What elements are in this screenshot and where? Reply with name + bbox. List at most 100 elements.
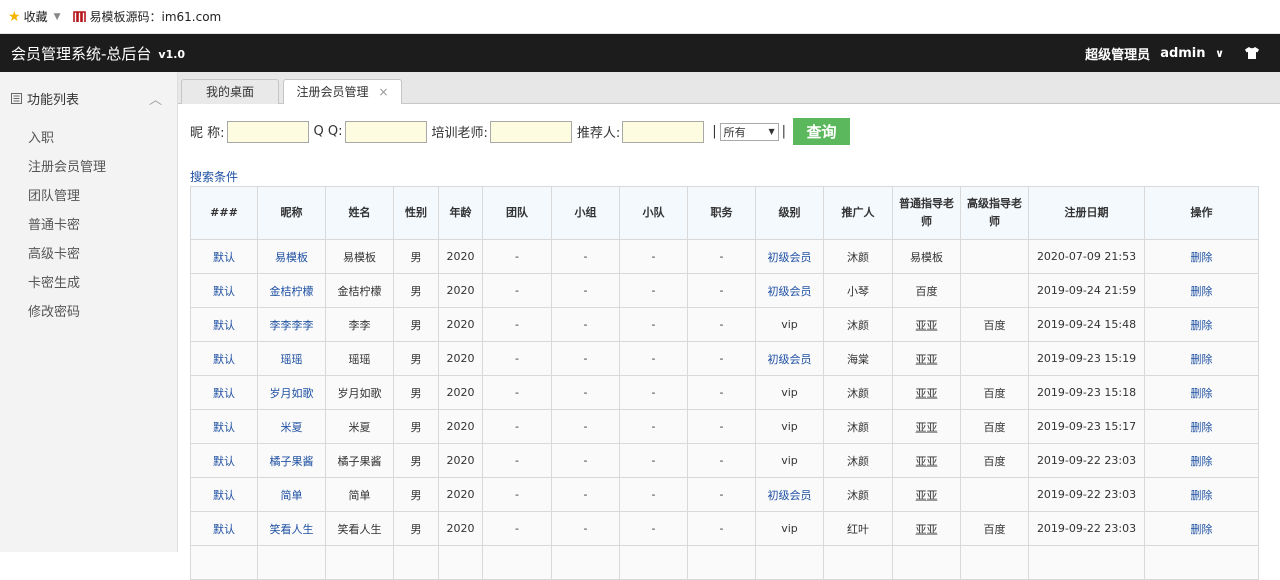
cell-group-text[interactable]: 默认 bbox=[213, 455, 235, 468]
cell-group-text[interactable]: 默认 bbox=[213, 523, 235, 536]
cell-nickname[interactable]: 金桔柠檬 bbox=[257, 273, 326, 308]
nickname-input[interactable] bbox=[226, 120, 309, 143]
cell-action[interactable]: 删除 bbox=[1144, 273, 1259, 308]
cell-nickname[interactable]: 李李李李 bbox=[257, 307, 326, 342]
cell-nickname[interactable]: 瑶瑶 bbox=[257, 341, 326, 376]
cell-age-text: 2020 bbox=[446, 318, 475, 331]
cell-group-text[interactable]: 默认 bbox=[213, 353, 235, 366]
referrer-input[interactable] bbox=[622, 120, 705, 143]
cell-action[interactable]: 删除 bbox=[1144, 307, 1259, 342]
cell-nickname-text[interactable]: 笑看人生 bbox=[270, 523, 314, 536]
bookmark-site[interactable]: 易模板源码：im61.com bbox=[72, 8, 221, 25]
tab-my-desktop[interactable]: 我的桌面 bbox=[181, 79, 279, 104]
sidebar-header[interactable]: 功能列表 ︿ bbox=[0, 72, 177, 124]
sidebar-item-team-management[interactable]: 团队管理 bbox=[0, 182, 177, 211]
trainer-input[interactable] bbox=[489, 120, 572, 143]
app-header: 会员管理系统-总后台 v1.0 超级管理员 admin ∨ bbox=[0, 34, 1280, 72]
cell-nickname[interactable]: 笑看人生 bbox=[257, 511, 326, 546]
cell-action-text[interactable]: 删除 bbox=[1191, 285, 1213, 298]
qq-input[interactable] bbox=[344, 120, 427, 143]
cell-group[interactable]: 默认 bbox=[190, 375, 258, 410]
cell-nickname[interactable]: 米夏 bbox=[257, 409, 326, 444]
cell-action-text[interactable]: 删除 bbox=[1191, 387, 1213, 400]
query-button[interactable]: 查询 bbox=[793, 118, 851, 145]
cell-action[interactable]: 删除 bbox=[1144, 239, 1259, 274]
table-header-row: ### 昵称 姓名 性别 年龄 团队 小组 小队 职务 级别 推广人 普通指导老… bbox=[190, 186, 1259, 240]
sidebar-item-onboarding[interactable]: 入职 bbox=[0, 124, 177, 153]
cell-group-text[interactable]: 默认 bbox=[213, 387, 235, 400]
sidebar: 功能列表 ︿ 入职 注册会员管理 团队管理 普通卡密 高级卡密 卡密生成 修改密… bbox=[0, 72, 178, 552]
cell-nickname[interactable]: 岁月如歌 bbox=[257, 375, 326, 410]
sidebar-item-normal-cards[interactable]: 普通卡密 bbox=[0, 211, 177, 240]
cell-level-text[interactable]: 初级会员 bbox=[768, 489, 812, 502]
cell-group-text[interactable]: 默认 bbox=[213, 489, 235, 502]
cell-action[interactable] bbox=[1144, 545, 1259, 580]
cell-nickname-text[interactable]: 瑶瑶 bbox=[281, 353, 303, 366]
cell-group[interactable]: 默认 bbox=[190, 511, 258, 546]
cell-nickname-text[interactable]: 岁月如歌 bbox=[270, 387, 314, 400]
cell-level[interactable]: 初级会员 bbox=[755, 341, 824, 376]
cell-nickname[interactable]: 易模板 bbox=[257, 239, 326, 274]
cell-group[interactable]: 默认 bbox=[190, 273, 258, 308]
sidebar-item-card-generate[interactable]: 卡密生成 bbox=[0, 269, 177, 298]
cell-action-text[interactable]: 删除 bbox=[1191, 421, 1213, 434]
cell-nickname[interactable]: 橘子果酱 bbox=[257, 443, 326, 478]
cell-level-text[interactable]: 初级会员 bbox=[768, 353, 812, 366]
cell-group[interactable]: 默认 bbox=[190, 409, 258, 444]
cell-group[interactable]: 默认 bbox=[190, 239, 258, 274]
cell-nickname[interactable] bbox=[257, 545, 326, 580]
cell-level[interactable]: 初级会员 bbox=[755, 477, 824, 512]
cell-level-text[interactable]: 初级会员 bbox=[768, 285, 812, 298]
cell-nickname-text[interactable]: 李李李李 bbox=[270, 319, 314, 332]
cell-nickname-text[interactable]: 简单 bbox=[281, 489, 303, 502]
cell-level[interactable]: 初级会员 bbox=[755, 239, 824, 274]
cell-action[interactable]: 删除 bbox=[1144, 511, 1259, 546]
cell-group[interactable]: 默认 bbox=[190, 443, 258, 478]
cell-group-text[interactable]: 默认 bbox=[213, 319, 235, 332]
tab-member-management[interactable]: 注册会员管理 × bbox=[283, 79, 402, 105]
cell-nickname-text[interactable]: 橘子果酱 bbox=[270, 455, 314, 468]
cell-level: vip bbox=[755, 307, 824, 342]
cell-group-text[interactable]: 默认 bbox=[213, 421, 235, 434]
sidebar-item-change-password[interactable]: 修改密码 bbox=[0, 298, 177, 327]
search-conditions-link[interactable]: 搜索条件 bbox=[190, 168, 238, 185]
cell-name-text: 金桔柠檬 bbox=[337, 284, 382, 298]
cell-level-text[interactable]: 初级会员 bbox=[768, 251, 812, 264]
cell-nickname[interactable]: 简单 bbox=[257, 477, 326, 512]
cell-gender-text: 男 bbox=[410, 352, 422, 366]
cell-action[interactable]: 删除 bbox=[1144, 443, 1259, 478]
cell-promoter-text: 沐颜 bbox=[847, 488, 869, 502]
cell-action-text[interactable]: 删除 bbox=[1191, 251, 1213, 264]
cell-action[interactable]: 删除 bbox=[1144, 375, 1259, 410]
cell-group-text[interactable]: 默认 bbox=[213, 251, 235, 264]
cell-action[interactable]: 删除 bbox=[1144, 341, 1259, 376]
cell-action[interactable]: 删除 bbox=[1144, 409, 1259, 444]
cell-group[interactable]: 默认 bbox=[190, 477, 258, 512]
cell-group-unit-text: - bbox=[583, 250, 588, 263]
cell-action-text[interactable]: 删除 bbox=[1191, 319, 1213, 332]
cell-action-text[interactable]: 删除 bbox=[1191, 523, 1213, 536]
cell-level[interactable]: 初级会员 bbox=[755, 273, 824, 308]
bookmark-favorites[interactable]: ★ 收藏 ▼ bbox=[0, 8, 73, 25]
user-menu[interactable]: admin ∨ bbox=[1160, 46, 1224, 61]
cell-team: - bbox=[482, 307, 552, 342]
cell-action-text[interactable]: 删除 bbox=[1191, 489, 1213, 502]
cell-group[interactable] bbox=[190, 545, 258, 580]
cell-nickname-text[interactable]: 金桔柠檬 bbox=[270, 285, 314, 298]
cell-gender-text: 男 bbox=[410, 522, 422, 536]
cell-action-text[interactable]: 删除 bbox=[1191, 455, 1213, 468]
sidebar-item-premium-cards[interactable]: 高级卡密 bbox=[0, 240, 177, 269]
cell-nickname-text[interactable]: 米夏 bbox=[281, 421, 303, 434]
cell-group-text[interactable]: 默认 bbox=[213, 285, 235, 298]
cell-reg-date: 2019-09-22 23:03 bbox=[1028, 511, 1145, 546]
cell-action-text[interactable]: 删除 bbox=[1191, 353, 1213, 366]
cell-group[interactable]: 默认 bbox=[190, 307, 258, 342]
cell-group[interactable]: 默认 bbox=[190, 341, 258, 376]
cell-senior-mentor bbox=[960, 545, 1029, 580]
close-icon[interactable]: × bbox=[378, 85, 388, 99]
skin-shirt-icon[interactable] bbox=[1244, 46, 1260, 60]
cell-nickname-text[interactable]: 易模板 bbox=[275, 251, 308, 264]
sidebar-item-member-management[interactable]: 注册会员管理 bbox=[0, 153, 177, 182]
status-select[interactable]: 所有 ▼ bbox=[719, 122, 779, 141]
cell-action[interactable]: 删除 bbox=[1144, 477, 1259, 512]
